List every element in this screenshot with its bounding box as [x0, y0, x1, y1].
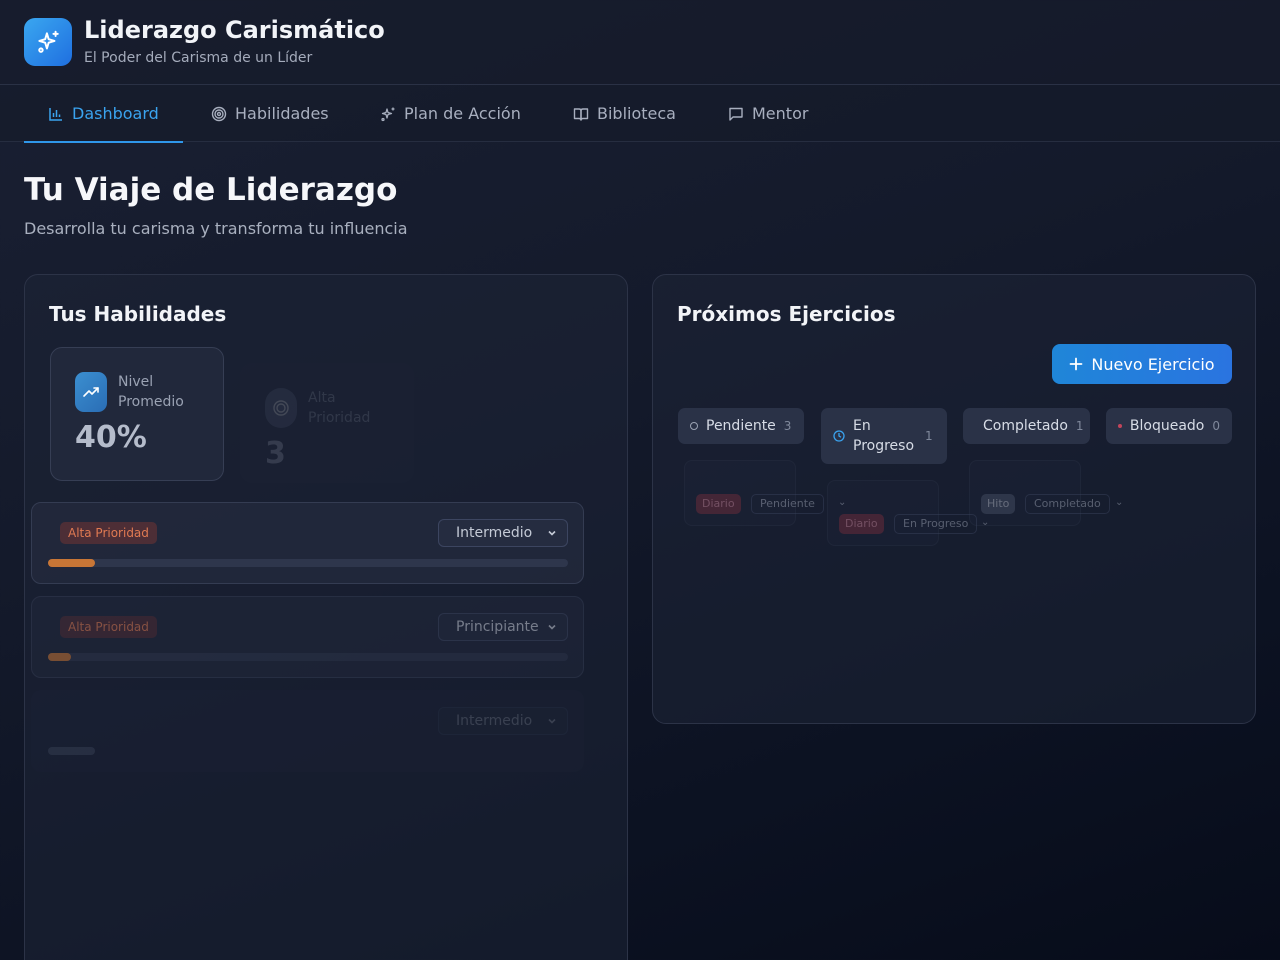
- stat-value: 40%: [75, 420, 147, 455]
- level-select[interactable]: Intermedio: [438, 519, 568, 547]
- exercise-type-badge: Hito: [981, 494, 1016, 514]
- skill-progress-fill: [48, 653, 72, 661]
- tab-mentor[interactable]: Mentor: [728, 85, 808, 142]
- chevron-down-icon: ⌄: [838, 497, 847, 508]
- skill-row[interactable]: Intermedio: [31, 690, 584, 772]
- exercise-card[interactable]: [827, 480, 939, 546]
- status-label: Bloqueado: [1129, 418, 1205, 434]
- status-count: 1: [1075, 419, 1084, 433]
- status-label: Completado: [983, 418, 1068, 434]
- exercise-card[interactable]: [684, 460, 796, 526]
- tab-label: Dashboard: [72, 104, 159, 123]
- status-count: 0: [1212, 419, 1220, 433]
- tab-biblioteca[interactable]: Biblioteca: [573, 85, 676, 142]
- trending-up-icon: [75, 372, 107, 412]
- status-chip-in-progress[interactable]: En Progreso 1: [821, 408, 947, 464]
- stat-label: Alta Prioridad: [308, 390, 371, 426]
- dot-icon: [1118, 424, 1122, 428]
- stat-average-level: Nivel Promedio 40%: [50, 347, 224, 481]
- status-chip-completed[interactable]: Completado 1: [963, 408, 1090, 444]
- main-nav: Dashboard Habilidades Plan de Acción Bib…: [0, 85, 1280, 143]
- skill-progress-fill: [48, 747, 95, 755]
- clock-icon: [833, 430, 845, 442]
- stat-value: 3: [265, 436, 286, 471]
- exercise-status-select[interactable]: Completado: [1025, 494, 1110, 514]
- tab-plan-de-accion[interactable]: Plan de Acción: [380, 85, 521, 142]
- bar-chart-icon: [49, 107, 62, 121]
- tab-label: Mentor: [752, 104, 809, 123]
- status-chip-blocked[interactable]: Bloqueado 0: [1106, 408, 1232, 444]
- book-icon: [573, 107, 589, 121]
- priority-badge: Alta Prioridad: [60, 616, 157, 638]
- target-icon: [211, 106, 227, 121]
- stat-high-priority: Alta Prioridad 3: [240, 363, 414, 483]
- new-exercise-label: Nuevo Ejercicio: [1091, 354, 1215, 374]
- skill-row[interactable]: Alta Prioridad Principiante: [31, 596, 584, 678]
- level-select-value: Principiante: [456, 619, 539, 635]
- level-select-value: Intermedio: [456, 713, 533, 729]
- exercises-card-title: Próximos Ejercicios: [677, 302, 896, 326]
- chat-icon: [729, 107, 743, 121]
- tab-label: Plan de Acción: [404, 104, 521, 123]
- skills-card-title: Tus Habilidades: [49, 302, 227, 326]
- skills-card: Tus Habilidades Nivel Promedio 40% Alta …: [24, 274, 628, 960]
- chevron-down-icon: ⌄: [981, 517, 990, 528]
- page-subtitle: Desarrolla tu carisma y transforma tu in…: [24, 219, 408, 238]
- chevron-down-icon: [548, 718, 556, 724]
- skill-row[interactable]: Alta Prioridad Intermedio: [31, 502, 584, 584]
- sparkles-icon: [381, 107, 395, 121]
- level-select[interactable]: Intermedio: [438, 707, 568, 735]
- tab-label: Habilidades: [235, 104, 329, 123]
- priority-badge: Alta Prioridad: [60, 522, 157, 544]
- chevron-down-icon: ⌄: [1115, 497, 1124, 508]
- status-chip-pending[interactable]: Pendiente 3: [678, 408, 804, 444]
- status-count: 1: [925, 429, 933, 443]
- app-title: Liderazgo Carismático: [84, 16, 385, 44]
- new-exercise-button[interactable]: Nuevo Ejercicio: [1052, 344, 1232, 384]
- chevron-down-icon: [548, 624, 556, 630]
- stat-label: Nivel Promedio: [118, 374, 184, 410]
- status-count: 3: [783, 419, 792, 433]
- skill-progress-bar: [48, 747, 568, 755]
- tab-label: Biblioteca: [597, 104, 676, 123]
- tab-habilidades[interactable]: Habilidades: [211, 85, 329, 142]
- exercise-status-select[interactable]: Pendiente: [751, 494, 824, 514]
- skill-progress-fill: [48, 559, 95, 567]
- target-icon: [265, 388, 297, 428]
- app-header: Liderazgo Carismático El Poder del Caris…: [0, 0, 1280, 85]
- page-title: Tu Viaje de Liderazgo: [24, 172, 398, 208]
- app-subtitle: El Poder del Carisma de un Líder: [84, 50, 313, 66]
- plus-icon: [1069, 357, 1083, 371]
- tab-dashboard[interactable]: Dashboard: [24, 85, 183, 143]
- skill-progress-bar: [48, 653, 568, 661]
- exercise-status-select[interactable]: En Progreso: [894, 514, 978, 534]
- exercises-card: Próximos Ejercicios Nuevo Ejercicio Pend…: [652, 274, 1256, 724]
- exercise-type-badge: Diario: [696, 494, 741, 514]
- level-select-value: Intermedio: [456, 525, 533, 541]
- sparkles-logo-icon: [24, 18, 72, 66]
- level-select[interactable]: Principiante: [438, 613, 568, 641]
- chevron-down-icon: [548, 530, 556, 536]
- status-label: Pendiente: [706, 418, 776, 434]
- skill-progress-bar: [48, 559, 568, 567]
- status-label: En Progreso: [853, 418, 915, 454]
- circle-icon: [690, 422, 698, 430]
- exercise-type-badge: Diario: [839, 514, 884, 534]
